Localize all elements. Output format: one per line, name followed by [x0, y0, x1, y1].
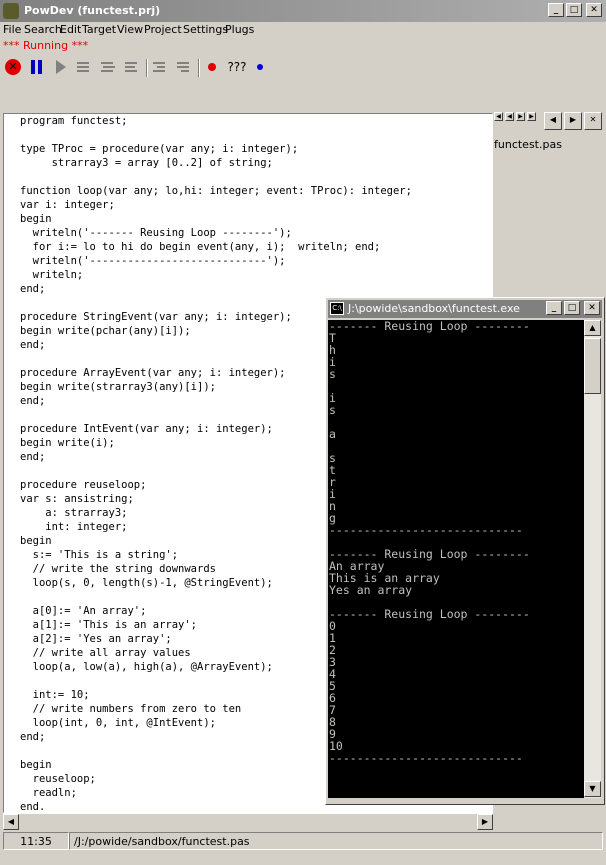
nav-forward-button[interactable]: ▶: [564, 112, 582, 130]
toolbar: ✕ ???: [0, 55, 606, 81]
menu-file[interactable]: File: [3, 23, 21, 36]
step-into-icon: [101, 62, 115, 72]
menu-plugs[interactable]: Plugs: [225, 23, 254, 36]
step-over-button[interactable]: [74, 57, 94, 77]
file-tab[interactable]: functest.pas: [494, 138, 562, 151]
trace-button[interactable]: [174, 57, 194, 77]
stop-icon: ✕: [5, 59, 21, 75]
menu-target[interactable]: Target: [82, 23, 116, 36]
title-bar: PowDev (functest.prj) _ □ ✕: [0, 0, 606, 22]
nav-back-button[interactable]: ◀: [544, 112, 562, 130]
step-out-icon: [125, 62, 137, 72]
trace-icon: [177, 62, 189, 72]
step-into-button[interactable]: [98, 57, 118, 77]
console-maximize-button[interactable]: □: [564, 301, 580, 315]
menu-bar: File Search Edit Target View Project Set…: [0, 22, 606, 38]
unknown-button[interactable]: ???: [224, 57, 250, 77]
stop-button[interactable]: ✕: [3, 57, 23, 77]
console-minimize-button[interactable]: _: [546, 301, 562, 315]
toolbar-separator: [146, 59, 148, 77]
console-title: J:\powide\sandbox\functest.exe: [348, 302, 520, 315]
console-output: ------- Reusing Loop -------- T h i s i …: [329, 320, 530, 765]
breakpoint-icon: [208, 63, 216, 71]
toolbar-separator: [198, 59, 200, 77]
close-button[interactable]: ✕: [586, 3, 602, 17]
step-out-button[interactable]: [122, 57, 142, 77]
console-vscrollbar[interactable]: ▲ ▼: [584, 320, 601, 798]
console-window[interactable]: C:\ J:\powide\sandbox\functest.exe _ □ ✕…: [325, 297, 605, 805]
watch-icon: [257, 64, 263, 70]
console-scroll-thumb[interactable]: [584, 338, 601, 394]
menu-settings[interactable]: Settings: [183, 23, 228, 36]
menu-project[interactable]: Project: [144, 23, 182, 36]
console-scroll-up[interactable]: ▲: [584, 320, 601, 336]
scroll-right-button[interactable]: ▶: [477, 814, 493, 830]
run-to-cursor-icon: [153, 62, 165, 72]
menu-search[interactable]: Search: [24, 23, 62, 36]
tab-first-button[interactable]: ◀: [494, 112, 503, 121]
run-button[interactable]: [51, 57, 71, 77]
close-tab-button[interactable]: ✕: [584, 112, 602, 130]
editor-hscrollbar[interactable]: ◀ ▶: [3, 813, 493, 830]
console-icon: C:\: [330, 302, 344, 315]
breakpoint-button[interactable]: [202, 57, 222, 77]
file-path: /J:/powide/sandbox/functest.pas: [69, 832, 603, 850]
menu-edit[interactable]: Edit: [60, 23, 81, 36]
maximize-button[interactable]: □: [566, 3, 582, 17]
console-close-button[interactable]: ✕: [584, 301, 600, 315]
console-output-area[interactable]: ------- Reusing Loop -------- T h i s i …: [328, 320, 584, 798]
console-title-bar: C:\ J:\powide\sandbox\functest.exe _ □ ✕: [328, 300, 602, 318]
step-over-icon: [77, 62, 89, 72]
minimize-button[interactable]: _: [548, 3, 564, 17]
status-bar: 11:35 /J:/powide/sandbox/functest.pas: [3, 832, 603, 850]
tab-prev-button[interactable]: ◀: [505, 112, 514, 121]
console-scroll-down[interactable]: ▼: [584, 781, 601, 797]
pause-button[interactable]: [27, 57, 47, 77]
cursor-position: 11:35: [3, 832, 69, 850]
scroll-left-button[interactable]: ◀: [3, 814, 19, 830]
watch-button[interactable]: [250, 57, 270, 77]
app-icon: [3, 3, 19, 19]
run-to-cursor-button[interactable]: [150, 57, 170, 77]
tab-last-button[interactable]: ▶: [527, 112, 536, 121]
tab-next-button[interactable]: ▶: [516, 112, 525, 121]
menu-view[interactable]: View: [117, 23, 143, 36]
running-status: *** Running ***: [3, 39, 89, 52]
play-icon: [56, 60, 66, 74]
pause-icon: [31, 60, 42, 74]
window-title: PowDev (functest.prj): [24, 4, 161, 17]
